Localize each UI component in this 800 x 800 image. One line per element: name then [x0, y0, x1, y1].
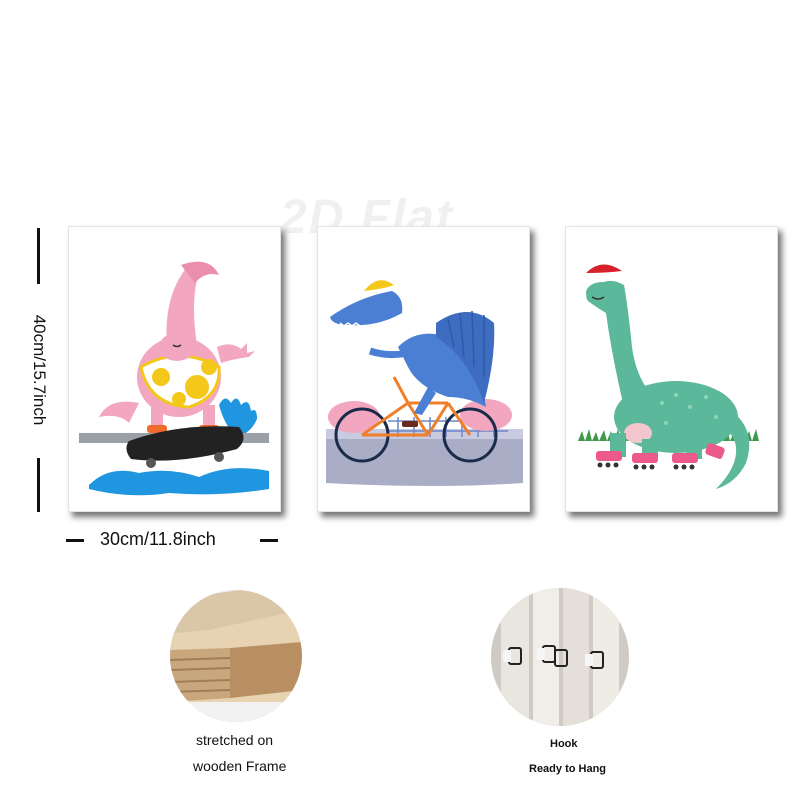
canvas-panel-skateboard-dinosaur [68, 226, 281, 512]
frame-caption-line2: wooden Frame [193, 758, 287, 774]
width-dimension-line-right [260, 539, 278, 542]
bicycle-dinosaur-illustration [326, 280, 523, 486]
canvas-panel-bicycle-dinosaur [317, 226, 530, 512]
canvas-panel-rollerskate-dinosaur [565, 226, 778, 512]
wooden-frame-photo [170, 590, 302, 722]
height-dimension-line-top [37, 228, 40, 284]
hook-photo [491, 588, 629, 726]
height-dimension-line-bottom [37, 458, 40, 512]
hook-caption-line1: Hook [550, 738, 578, 750]
width-label: 30cm/11.8inch [100, 529, 216, 549]
width-dimension-line-left [66, 539, 84, 542]
skateboard-dinosaur-illustration [79, 261, 269, 496]
frame-caption-line1: stretched on [196, 732, 274, 748]
hook-caption-line2: Ready to Hang [529, 763, 607, 775]
height-label: 40cm/15.7inch [30, 314, 49, 426]
rollerskate-dinosaur-illustration [578, 264, 764, 489]
